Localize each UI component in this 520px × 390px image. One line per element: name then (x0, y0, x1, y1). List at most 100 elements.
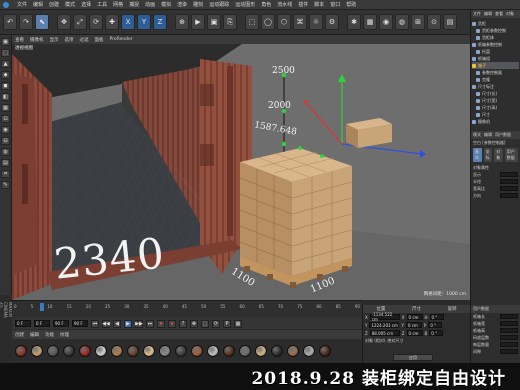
menu-item-1[interactable]: 编辑 (33, 1, 43, 8)
material-swatch[interactable] (127, 345, 139, 357)
left-tool-button-3[interactable]: ◆ (1, 71, 10, 79)
transport-button-11[interactable]: ⟳ (212, 319, 220, 328)
menu-item-0[interactable]: 文件 (17, 1, 27, 8)
attribute-field[interactable] (500, 172, 518, 177)
object-tree-item[interactable]: 箱子 (472, 62, 519, 69)
menu-item-18[interactable]: 窗口 (330, 1, 340, 8)
attributes-subtab-2[interactable]: 对象 (494, 148, 503, 162)
material-swatch[interactable] (223, 345, 235, 357)
object-tree-item[interactable]: 尺寸 (472, 111, 519, 118)
menu-item-9[interactable]: 模拟 (161, 1, 171, 8)
left-tool-button-12[interactable]: ⌗ (1, 170, 10, 178)
object-tree-item[interactable]: 货柜 (472, 20, 519, 27)
left-tool-button-6[interactable]: ▦ (1, 104, 10, 112)
object-manager-tab-2[interactable]: 查看 (495, 11, 503, 17)
material-swatch[interactable] (175, 345, 187, 357)
coordinate-size-mode[interactable]: 绝对尺寸 (387, 338, 403, 344)
menu-item-7[interactable]: 捕捉 (129, 1, 139, 8)
menu-item-6[interactable]: 网格 (113, 1, 123, 8)
material-swatch[interactable] (239, 345, 251, 357)
menu-item-3[interactable]: 模式 (65, 1, 75, 8)
material-swatch[interactable] (47, 345, 59, 357)
attributes-subtab-1[interactable]: 坐标 (483, 148, 493, 162)
material-menu-item-3[interactable]: 纹理 (60, 332, 69, 338)
viewport-menu-item-3[interactable]: 选项 (65, 37, 74, 43)
material-menu-item-2[interactable]: 功能 (45, 332, 54, 338)
transport-button-0[interactable]: ⏮ (91, 319, 99, 328)
toolbar-button-5[interactable]: ⟳ (89, 14, 103, 30)
viewport-menu-item-1[interactable]: 摄像机 (30, 37, 44, 43)
position-field[interactable]: -1134.522 cm (369, 312, 400, 322)
transport-button-3[interactable]: ▶ (124, 319, 132, 328)
user-data-field[interactable] (500, 342, 518, 347)
viewport-menu-item-5[interactable]: 面板 (95, 37, 104, 43)
viewport-menu-item-6[interactable]: ProRender (110, 37, 133, 42)
user-data-field[interactable] (500, 314, 518, 319)
size-field[interactable]: 0 cm (405, 322, 422, 328)
apply-button[interactable]: 应用 (393, 354, 433, 361)
toolbar-button-18[interactable]: ☼ (309, 14, 323, 30)
rotation-field[interactable]: 0 ° (428, 322, 443, 328)
toolbar-button-17[interactable]: ⌘ (293, 14, 307, 30)
object-tree-item[interactable]: 纸箱组 (472, 55, 519, 62)
size-field[interactable]: 0 cm (406, 330, 423, 336)
material-swatch[interactable] (303, 345, 315, 357)
transport-button-5[interactable]: ⏭ (146, 319, 154, 328)
object-manager-tab-3[interactable]: 对象 (506, 11, 514, 17)
toolbar-button-21[interactable]: ▦ (363, 14, 377, 30)
menu-item-17[interactable]: 脚本 (314, 1, 324, 8)
object-tree-item[interactable]: 尺寸(高) (472, 104, 519, 111)
toolbar-button-14[interactable]: ⬚ (245, 14, 259, 30)
object-tree-item[interactable]: 纸箱参数控制 (472, 41, 519, 48)
object-tree-item[interactable]: 货柜体 (472, 34, 519, 41)
toolbar-button-15[interactable]: ◯ (261, 14, 275, 30)
material-swatch[interactable] (159, 345, 171, 357)
timeline[interactable]: 0 5 10 15 20 25 30 35 40 45 50 55 60 65 70 75 80 85 90 (12, 300, 362, 318)
left-tool-button-4[interactable]: ◼ (1, 82, 10, 90)
material-swatch[interactable] (31, 345, 43, 357)
left-tool-button-0[interactable]: ▣ (1, 38, 10, 46)
object-tree-item[interactable]: 参数控制器 (472, 69, 519, 76)
left-tool-button-11[interactable]: ▤ (1, 159, 10, 167)
material-menu-item-0[interactable]: 创建 (15, 332, 24, 338)
timeline-playhead[interactable] (40, 303, 44, 311)
toolbar-button-20[interactable]: ✱ (347, 14, 361, 30)
menu-item-13[interactable]: 运动图形 (235, 1, 255, 8)
attribute-field[interactable] (500, 186, 518, 191)
toolbar-button-3[interactable]: ✥ (57, 14, 71, 30)
menu-item-14[interactable]: 角色 (261, 1, 271, 8)
current-frame-field[interactable]: 0 F (15, 320, 31, 327)
toolbar-button-4[interactable]: ⤢ (73, 14, 87, 30)
viewport-menu-item-2[interactable]: 显示 (50, 37, 59, 43)
menu-item-10[interactable]: 渲染 (177, 1, 187, 8)
user-data-field[interactable] (500, 321, 518, 326)
attributes-tab-0[interactable]: 模式 (473, 132, 481, 138)
viewport-menu-item-4[interactable]: 过滤 (80, 37, 89, 43)
left-tool-button-5[interactable]: ◧ (1, 93, 10, 101)
position-field[interactable]: 88.005 cm (369, 330, 400, 336)
toolbar-button-24[interactable]: ⊞ (411, 14, 425, 30)
transport-button-4[interactable]: ▶▶ (135, 319, 143, 328)
rotation-field[interactable]: 0 ° (429, 330, 444, 336)
material-swatch[interactable] (207, 345, 219, 357)
left-tool-button-1[interactable]: ⬚ (1, 49, 10, 57)
transport-button-12[interactable]: P (223, 319, 231, 328)
menu-item-4[interactable]: 选择 (81, 1, 91, 8)
viewport-menu-item-0[interactable]: 查看 (15, 37, 24, 43)
position-field[interactable]: 1224.201 cm (369, 322, 400, 328)
material-swatch[interactable] (15, 345, 27, 357)
left-tool-button-2[interactable]: ▲ (1, 60, 10, 68)
material-swatch[interactable] (271, 345, 283, 357)
toolbar-button-8[interactable]: Y (137, 14, 151, 30)
object-tree-item[interactable]: 托盘 (472, 48, 519, 55)
material-swatch[interactable] (255, 345, 267, 357)
toolbar-button-12[interactable]: ▣ (207, 14, 221, 30)
toolbar-button-1[interactable]: ↷ (19, 14, 33, 30)
max-frame-field[interactable]: 90 F (72, 320, 88, 327)
menu-item-5[interactable]: 工具 (97, 1, 107, 8)
material-swatch[interactable] (319, 345, 331, 357)
attributes-subtab-0[interactable]: 基本 (473, 148, 482, 162)
transport-button-9[interactable]: ✥ (190, 319, 198, 328)
toolbar-button-7[interactable]: X (121, 14, 135, 30)
object-tree-item[interactable]: 克隆 (472, 76, 519, 83)
